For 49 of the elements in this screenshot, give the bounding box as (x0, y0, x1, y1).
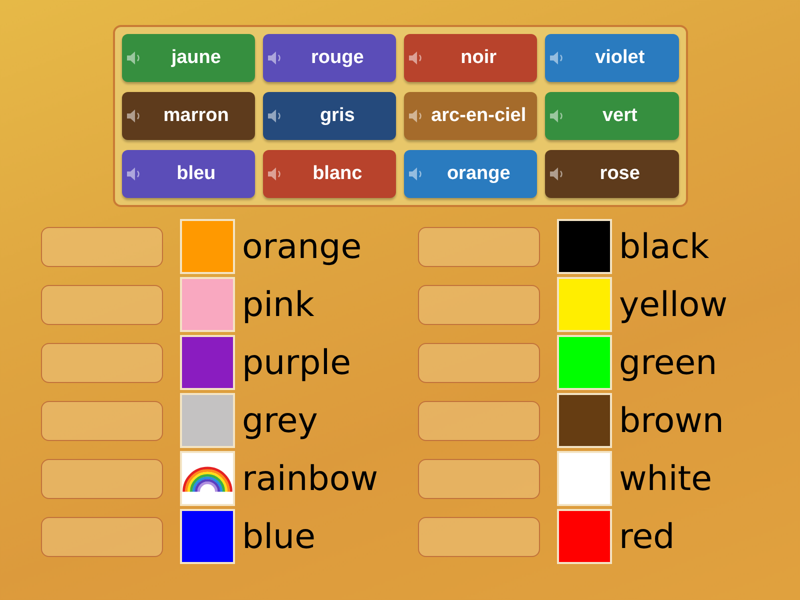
color-label: pink (242, 288, 314, 322)
speaker-icon (268, 109, 282, 123)
answer-box[interactable] (418, 516, 540, 556)
answer-box[interactable] (41, 516, 163, 556)
answer-box[interactable] (41, 400, 163, 440)
color-label: orange (242, 230, 362, 264)
color-label: purple (242, 346, 352, 380)
speaker-icon (126, 167, 140, 181)
speaker-icon (409, 51, 423, 65)
word-tile[interactable]: violet (545, 34, 678, 82)
color-label: red (619, 520, 675, 554)
answer-box[interactable] (41, 342, 163, 382)
speaker-icon (550, 109, 564, 123)
speaker-icon (550, 51, 564, 65)
speaker-icon (268, 51, 282, 65)
word-tile[interactable]: marron (122, 92, 255, 140)
color-label: grey (242, 404, 318, 438)
speaker-icon (126, 51, 140, 65)
word-tile[interactable]: jaune (122, 34, 255, 82)
answer-box[interactable] (41, 284, 163, 324)
answer-box[interactable] (418, 400, 540, 440)
speaker-icon (409, 167, 423, 181)
word-tile[interactable]: gris (262, 92, 396, 140)
color-label: brown (619, 404, 724, 438)
answer-box[interactable] (41, 458, 163, 498)
answer-box[interactable] (418, 226, 540, 266)
word-tile[interactable]: vert (545, 92, 678, 140)
color-label: rainbow (242, 462, 378, 496)
word-tile[interactable]: bleu (122, 150, 255, 198)
answer-box[interactable] (418, 342, 540, 382)
answer-box[interactable] (418, 284, 540, 324)
word-tile[interactable]: rouge (262, 34, 396, 82)
word-tile[interactable]: orange (404, 150, 538, 198)
speaker-icon (126, 109, 140, 123)
answer-box[interactable] (41, 226, 163, 266)
color-label: black (619, 230, 710, 264)
word-tile[interactable]: arc-en-ciel (404, 92, 538, 140)
color-label: yellow (619, 288, 728, 322)
rainbow-icon (182, 465, 233, 492)
color-label: blue (242, 520, 316, 554)
word-tile[interactable]: noir (404, 34, 538, 82)
speaker-icon (550, 167, 564, 181)
speaker-icon (409, 109, 423, 123)
word-tile[interactable]: rose (545, 150, 678, 198)
color-label: green (619, 346, 718, 380)
answer-box[interactable] (418, 458, 540, 498)
color-label: white (619, 462, 712, 496)
speaker-icon (268, 167, 282, 181)
word-tile[interactable]: blanc (262, 150, 396, 198)
